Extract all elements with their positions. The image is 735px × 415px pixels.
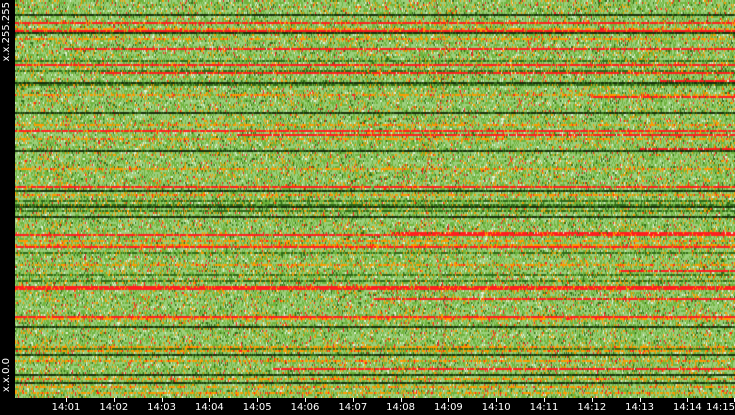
x-tick-label: 14:10 xyxy=(481,402,511,413)
y-axis-top-label: x.x.255.255 xyxy=(1,2,12,62)
x-tick-label: 14:04 xyxy=(194,402,224,413)
x-tick-label: 14:03 xyxy=(147,402,177,413)
x-tick-label: 14:11 xyxy=(529,402,559,413)
x-tick-label: 14:13 xyxy=(625,402,655,413)
x-tick-label: 14:09 xyxy=(433,402,463,413)
x-axis: 14:01 14:02 14:03 14:04 14:05 14:06 14:07 14:08… xyxy=(0,398,735,415)
x-tick-label: 14:08 xyxy=(386,402,416,413)
x-tick-label: 14:12 xyxy=(577,402,607,413)
x-tick-label: 14:06 xyxy=(290,402,320,413)
x-tick-label: 14:01 xyxy=(51,402,81,413)
x-tick-label: 14:14 xyxy=(672,402,702,413)
x-tick-label: 14:02 xyxy=(99,402,129,413)
y-axis-bottom-label: x.x.0.0 xyxy=(1,358,12,393)
x-tick-label: 14:05 xyxy=(242,402,272,413)
x-tick-label: 14:07 xyxy=(338,402,368,413)
traffic-heatmap[interactable] xyxy=(15,0,735,398)
x-tick-label: 14:15 xyxy=(706,402,735,413)
y-axis: x.x.255.255 x.x.0.0 xyxy=(0,0,15,398)
